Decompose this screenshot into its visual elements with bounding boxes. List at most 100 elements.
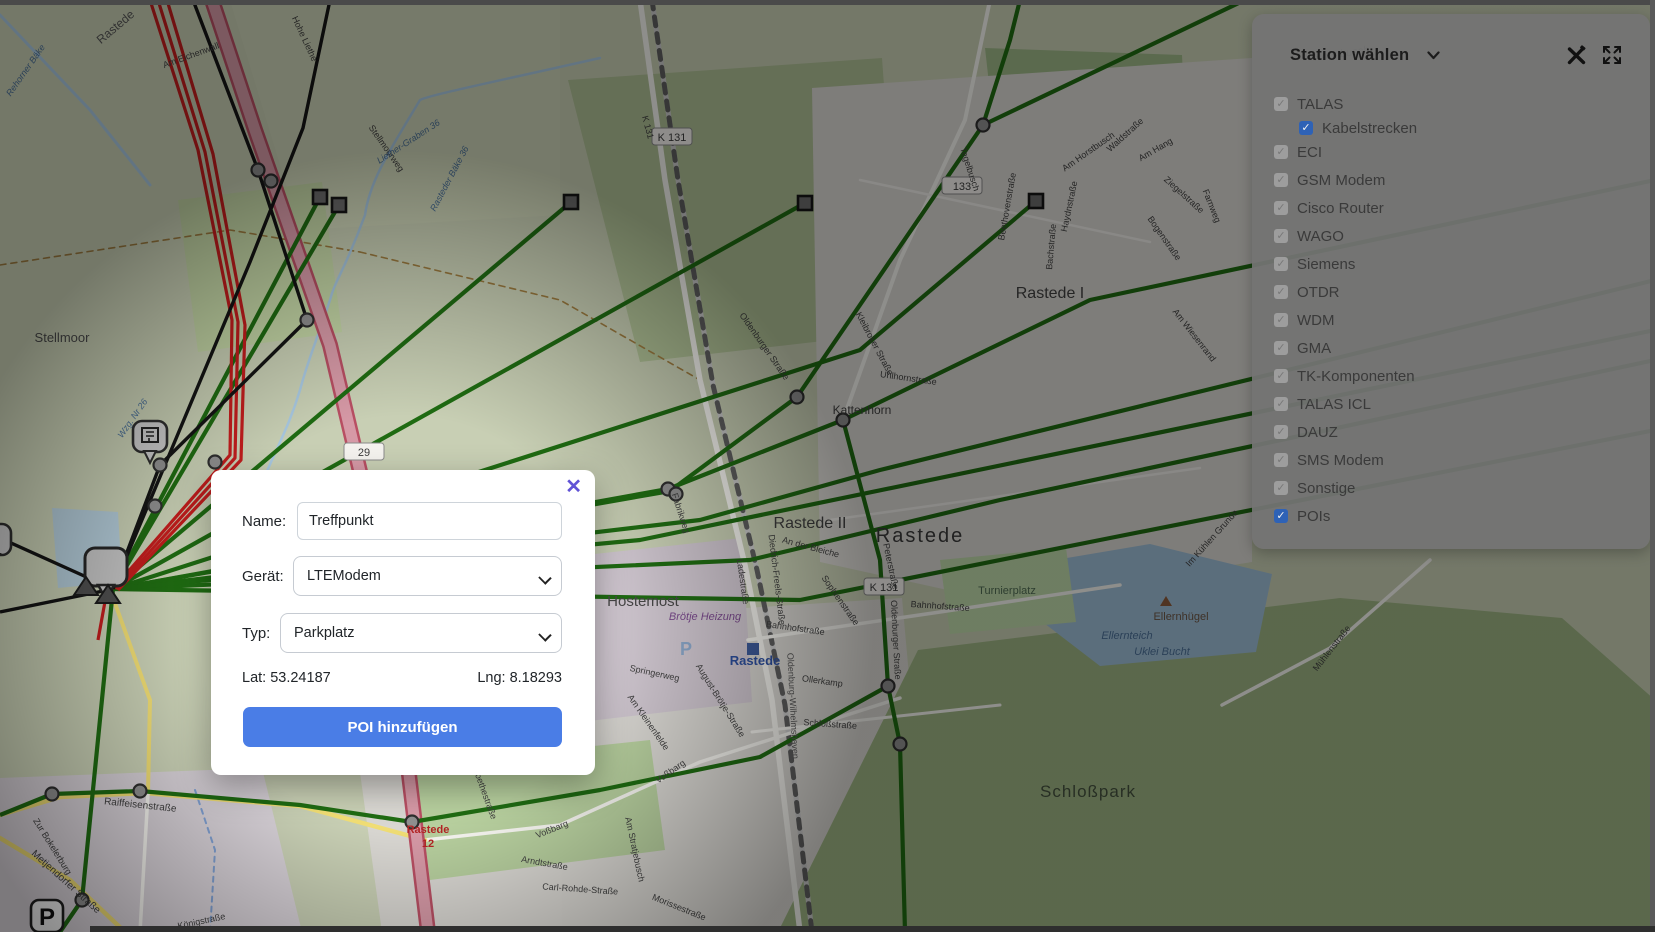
- panel-header: Station wählen: [1290, 44, 1622, 66]
- checkbox-talas[interactable]: ✓: [1274, 97, 1288, 111]
- checkbox-wdm[interactable]: ✓: [1274, 313, 1288, 327]
- map-label-7: Hostemost: [607, 593, 680, 610]
- road-shield-text-0: K 131: [658, 132, 687, 144]
- filter-row-sonstige: ✓ Sonstige: [1252, 474, 1650, 502]
- station-square-marker-1: [332, 198, 346, 212]
- checkbox-siemens[interactable]: ✓: [1274, 257, 1288, 271]
- station-square-marker-3: [798, 196, 812, 210]
- map-label-16: 12: [422, 838, 434, 850]
- checkbox-tk-komponenten[interactable]: ✓: [1274, 369, 1288, 383]
- checkbox-cisco-router[interactable]: ✓: [1274, 201, 1288, 215]
- station-select-dropdown[interactable]: Station wählen: [1290, 46, 1409, 65]
- checkbox-kabelstrecken[interactable]: ✓: [1299, 121, 1313, 135]
- parking-symbol: P: [680, 639, 692, 659]
- cable-node-2: [301, 314, 314, 327]
- filter-row-talas: ✓ TALAS: [1252, 90, 1650, 118]
- filter-row-otdr: ✓ OTDR: [1252, 278, 1650, 306]
- cable-node-13: [46, 788, 59, 801]
- checkbox-label-pois: POIs: [1297, 508, 1330, 525]
- checkbox-label-gma: GMA: [1297, 340, 1331, 357]
- lng-value: Lng: 8.18293: [477, 670, 562, 686]
- expand-icon[interactable]: [1601, 45, 1622, 66]
- filter-row-tk-komponenten: ✓ TK-Komponenten: [1252, 362, 1650, 390]
- checkbox-dauz[interactable]: ✓: [1274, 425, 1288, 439]
- name-label: Name:: [242, 513, 290, 530]
- road-shield-text-1: 133: [953, 181, 971, 193]
- map-label-12: Uklei Bucht: [1134, 646, 1191, 658]
- road-shield-text-3: 29: [358, 447, 370, 459]
- checkbox-label-gsm-modem: GSM Modem: [1297, 172, 1385, 189]
- checkbox-label-kabelstrecken: Kabelstrecken: [1322, 120, 1417, 137]
- checkbox-pois[interactable]: ✓: [1274, 509, 1288, 523]
- map-label-2: Stellmoor: [35, 330, 91, 345]
- map-label-13: Rastede: [730, 653, 781, 668]
- chevron-down-icon[interactable]: [1427, 51, 1440, 60]
- map-label-3: Rastede I: [1016, 285, 1084, 302]
- poi-add-button[interactable]: POI hinzufügen: [243, 707, 562, 747]
- filter-row-sms-modem: ✓ SMS Modem: [1252, 446, 1650, 474]
- map-label-6: Kattenhorn: [833, 403, 892, 417]
- name-input[interactable]: [297, 502, 562, 540]
- cable-node-12: [894, 738, 907, 751]
- checkbox-otdr[interactable]: ✓: [1274, 285, 1288, 299]
- checkbox-label-sonstige: Sonstige: [1297, 480, 1355, 497]
- filter-row-cisco-router: ✓ Cisco Router: [1252, 194, 1650, 222]
- checkbox-sonstige[interactable]: ✓: [1274, 481, 1288, 495]
- app-viewport: { "colors":{"cable_green":"#1f6b12","cab…: [0, 0, 1655, 932]
- checkbox-gma[interactable]: ✓: [1274, 341, 1288, 355]
- checkbox-sms-modem[interactable]: ✓: [1274, 453, 1288, 467]
- checkbox-label-siemens: Siemens: [1297, 256, 1355, 273]
- checkbox-label-sms-modem: SMS Modem: [1297, 452, 1384, 469]
- typ-label: Typ:: [242, 625, 274, 642]
- lat-value: Lat: 53.24187: [242, 670, 331, 686]
- checkbox-talas-icl[interactable]: ✓: [1274, 397, 1288, 411]
- tools-icon[interactable]: [1566, 45, 1587, 66]
- geraet-select[interactable]: LTEModem: [293, 556, 562, 596]
- checkbox-label-wdm: WDM: [1297, 312, 1335, 329]
- hub-station-pin: [85, 548, 127, 586]
- cable-node-1: [265, 175, 278, 188]
- right-scrollbar[interactable]: [1650, 0, 1655, 932]
- map-label-14: Brötje Heizung: [669, 611, 742, 623]
- checkbox-wago[interactable]: ✓: [1274, 229, 1288, 243]
- checkbox-label-otdr: OTDR: [1297, 284, 1340, 301]
- filter-row-talas-icl: ✓ TALAS ICL: [1252, 390, 1650, 418]
- close-icon[interactable]: ✕: [565, 477, 582, 497]
- filter-row-pois: ✓ POIs: [1252, 502, 1650, 530]
- station-square-marker-0: [313, 190, 327, 204]
- cable-node-0: [252, 164, 265, 177]
- filter-row-kabelstrecken: ✓ Kabelstrecken: [1252, 118, 1650, 138]
- checkbox-gsm-modem[interactable]: ✓: [1274, 173, 1288, 187]
- typ-select[interactable]: Parkplatz: [280, 613, 562, 653]
- checkbox-label-eci: ECI: [1297, 144, 1322, 161]
- checkbox-label-talas: TALAS: [1297, 96, 1343, 113]
- checkbox-label-cisco-router: Cisco Router: [1297, 200, 1384, 217]
- cable-node-10: [977, 119, 990, 132]
- filter-row-wdm: ✓ WDM: [1252, 306, 1650, 334]
- station-square-marker-4: [1029, 194, 1043, 208]
- checkbox-label-talas-icl: TALAS ICL: [1297, 396, 1371, 413]
- geraet-label: Gerät:: [242, 568, 287, 585]
- station-filter-panel: Station wählen ✓TALAS✓Kabel: [1252, 14, 1650, 549]
- map-label-10: Ellernhügel: [1153, 611, 1208, 623]
- cable-node-3: [209, 456, 222, 469]
- filter-row-gma: ✓ GMA: [1252, 334, 1650, 362]
- map-label-9: Turnierplatz: [978, 585, 1036, 597]
- filter-row-wago: ✓ WAGO: [1252, 222, 1650, 250]
- station-checkbox-list: ✓ TALAS ✓ Kabelstrecken ✓ ECI ✓ GSM Modem ✓ Cisco…: [1252, 90, 1650, 530]
- cable-node-8: [791, 391, 804, 404]
- cable-node-11: [882, 680, 895, 693]
- filter-row-dauz: ✓DAUZ: [1252, 418, 1650, 446]
- checkbox-label-tk-komponenten: TK-Komponenten: [1297, 368, 1415, 385]
- parking-pin-letter: P: [39, 904, 55, 931]
- checkbox-eci[interactable]: ✓: [1274, 145, 1288, 159]
- map-label-8: Schloßpark: [1040, 782, 1136, 801]
- checkbox-label-wago: WAGO: [1297, 228, 1344, 245]
- railway-station-icon: [747, 643, 759, 655]
- edge-pin-1: [0, 524, 11, 555]
- top-edge-bar: [0, 0, 1655, 5]
- bottom-edge-bar: [90, 926, 1655, 932]
- filter-row-gsm-modem: ✓ GSM Modem: [1252, 166, 1650, 194]
- cable-node-4: [154, 459, 167, 472]
- map-label-15: Rastede: [407, 824, 450, 836]
